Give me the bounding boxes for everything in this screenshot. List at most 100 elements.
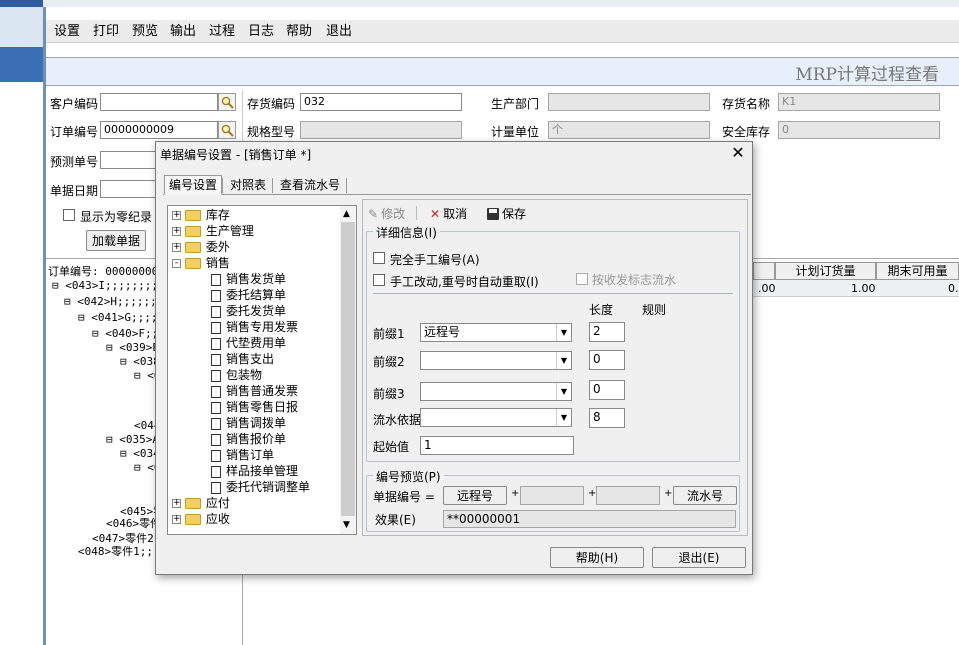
menu-item[interactable]: 退出 (322, 20, 356, 43)
chevron-down-icon[interactable]: ▼ (556, 409, 571, 426)
cancel-label: 取消 (443, 207, 468, 221)
scroll-down-icon[interactable]: ▼ (343, 520, 350, 530)
save-button[interactable]: 保存 (487, 205, 526, 222)
tree-node[interactable]: ⊟ <038 (120, 355, 160, 368)
preview-part-4[interactable]: 流水号 (673, 486, 737, 505)
tree-item-label: 销售支出 (226, 352, 275, 366)
menu-item[interactable]: 日志 (244, 20, 278, 43)
toolbar-separator (416, 206, 417, 220)
tree-item[interactable]: + 库存 (172, 207, 230, 223)
tree-item[interactable]: 包装物 (211, 367, 262, 383)
manual-all-checkbox[interactable] (373, 252, 385, 264)
order-search-button[interactable] (218, 121, 236, 139)
tree-item-label: 销售调拨单 (226, 416, 287, 430)
expand-icon[interactable]: + (172, 515, 181, 524)
prefix3-select[interactable]: ▼ (420, 382, 572, 401)
tree-item-label: 样品接单管理 (226, 464, 299, 478)
tab-view-serial[interactable]: 查看流水号 (275, 175, 345, 195)
menu-item[interactable]: 预览 (128, 20, 162, 43)
tree-node[interactable]: <048>零件1;;; (78, 543, 160, 559)
prefix1-select[interactable]: 远程号 ▼ (420, 323, 572, 342)
cancel-button[interactable]: ✕ 取消 (430, 205, 467, 222)
side-panel-splitter[interactable] (43, 7, 46, 645)
menu-item[interactable]: 设置 (50, 20, 84, 43)
edit-button[interactable]: ✎ 修改 (368, 205, 405, 222)
tree-item[interactable]: + 委外 (172, 239, 230, 255)
exit-button[interactable]: 退出(E) (652, 547, 746, 568)
preview-part-1[interactable]: 远程号 (443, 486, 507, 505)
expand-icon[interactable]: + (172, 243, 181, 252)
start-value-input[interactable]: 1 (420, 436, 574, 455)
expand-icon[interactable]: + (172, 211, 181, 220)
customer-search-button[interactable] (218, 93, 236, 111)
chevron-down-icon[interactable]: ▼ (556, 324, 571, 341)
help-button[interactable]: 帮助(H) (550, 547, 644, 568)
show-zero-checkbox[interactable] (63, 209, 75, 221)
inventory-code-input[interactable]: 032 (300, 93, 462, 111)
tree-node[interactable]: ⊟ <035>A (106, 433, 159, 446)
tree-item[interactable]: 销售调拨单 (211, 415, 286, 431)
tree-node[interactable]: ⊟ <039>E (106, 341, 159, 354)
menu-item[interactable]: 过程 (205, 20, 239, 43)
tree-item[interactable]: 代垫费用单 (211, 335, 286, 351)
load-doc-button[interactable]: 加载单据 (86, 230, 146, 251)
serial-length-input[interactable]: 8 (589, 408, 625, 428)
tree-item[interactable]: 销售发货单 (211, 271, 286, 287)
tree-item[interactable]: 销售普通发票 (211, 383, 298, 399)
folder-icon (184, 226, 201, 237)
forecast-no-input[interactable] (100, 151, 156, 169)
by-receipt-checkbox[interactable] (576, 273, 588, 285)
dept-label: 生产部门 (491, 97, 540, 111)
chevron-down-icon[interactable]: ▼ (556, 352, 571, 369)
prefix2-length-input[interactable]: 0 (589, 350, 625, 370)
tree-item[interactable]: 销售零售日报 (211, 399, 298, 415)
tab-number-settings[interactable]: 编号设置 (164, 175, 223, 195)
tree-item-label: 销售零售日报 (226, 400, 299, 414)
tree-item[interactable]: 销售支出 (211, 351, 274, 367)
side-panel-top (0, 7, 43, 47)
tree-node[interactable]: <046>零件 (106, 515, 161, 531)
customer-code-input[interactable] (100, 93, 218, 111)
tree-scroll-thumb[interactable] (341, 222, 355, 516)
doc-date-input[interactable] (100, 180, 156, 198)
doc-no-label: 单据编号 = (373, 490, 435, 504)
effect-label: 效果(E) (375, 513, 416, 527)
tree-item[interactable]: 销售专用发票 (211, 319, 298, 335)
serial-basis-select[interactable]: ▼ (420, 408, 572, 427)
tree-item[interactable]: 委托代销调整单 (211, 479, 310, 495)
dept-input (548, 93, 710, 111)
tree-item[interactable]: 委托结算单 (211, 287, 286, 303)
tree-item[interactable]: + 生产管理 (172, 223, 254, 239)
chevron-down-icon[interactable]: ▼ (556, 383, 571, 400)
expand-icon[interactable]: + (172, 227, 181, 236)
tree-item[interactable]: + 应付 (172, 495, 230, 511)
expand-icon[interactable]: + (172, 499, 181, 508)
grid-header-end-qty[interactable]: 期末可用量 (876, 262, 959, 280)
menu-item[interactable]: 帮助 (282, 20, 316, 43)
menu-item[interactable]: 打印 (89, 20, 123, 43)
collapse-icon[interactable]: - (172, 259, 181, 268)
tree-item[interactable]: 样品接单管理 (211, 463, 298, 479)
tab-mapping[interactable]: 对照表 (225, 175, 271, 195)
grid-header-plan-qty[interactable]: 计划订货量 (775, 262, 876, 280)
tree-item[interactable]: 委托发货单 (211, 303, 286, 319)
tree-item-label: 应收 (205, 512, 230, 526)
tree-item[interactable]: - 销售 (172, 255, 230, 271)
tree-root[interactable]: 订单编号: 0000000009 (48, 263, 171, 279)
tree-node[interactable]: ⊟ <034 (120, 447, 160, 460)
scroll-up-icon[interactable]: ▲ (343, 209, 350, 219)
order-no-input[interactable]: 0000000009 (100, 121, 218, 139)
tree-item-label: 生产管理 (205, 224, 254, 238)
page-title: MRP计算过程查看 (795, 65, 939, 85)
close-icon[interactable]: ✕ (730, 145, 746, 161)
prefix1-length-input[interactable]: 2 (589, 322, 625, 342)
prefix3-length-input[interactable]: 0 (589, 380, 625, 400)
manual-modify-checkbox[interactable] (373, 274, 385, 286)
prefix2-select[interactable]: ▼ (420, 351, 572, 370)
tree-node[interactable]: ⊟ <043>I;;;;;;;;; (52, 279, 165, 292)
tree-item[interactable]: 销售报价单 (211, 431, 286, 447)
cancel-icon: ✕ (430, 206, 441, 221)
menu-item[interactable]: 输出 (166, 20, 200, 43)
tree-item[interactable]: + 应收 (172, 511, 230, 527)
tree-item[interactable]: 销售订单 (211, 447, 274, 463)
